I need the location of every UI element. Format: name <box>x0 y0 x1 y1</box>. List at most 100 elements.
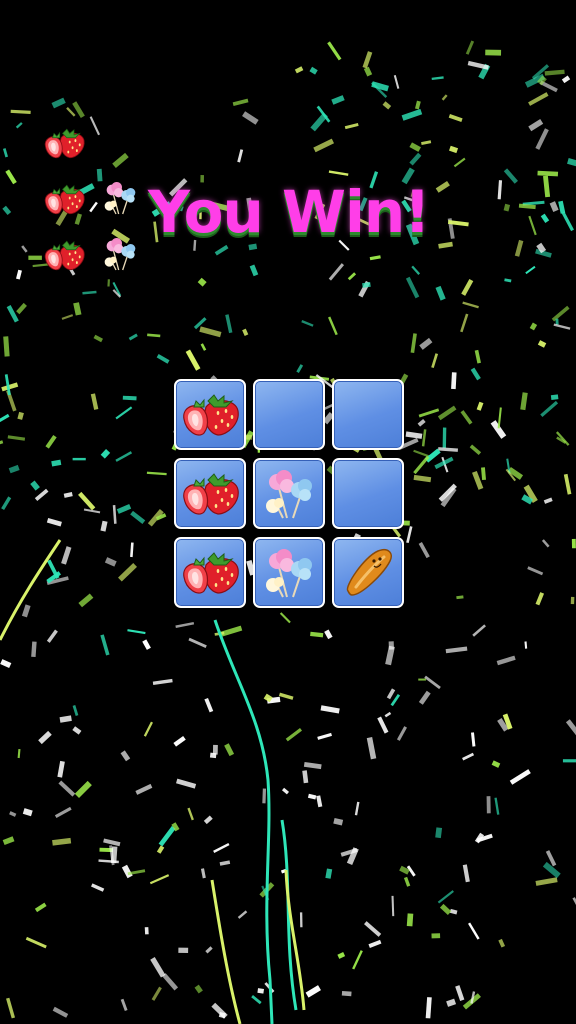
confetti-piece <box>120 998 128 1012</box>
board-tile-empty[interactable] <box>332 458 404 529</box>
confetti-piece <box>328 316 338 336</box>
confetti-piece <box>146 471 167 476</box>
confetti-piece <box>302 770 309 784</box>
confetti-piece <box>418 408 440 418</box>
board-tile-cotton-candy[interactable] <box>253 458 325 529</box>
confetti-piece <box>279 612 291 624</box>
confetti-piece <box>363 66 373 77</box>
confetti-piece <box>200 868 206 879</box>
confetti-piece <box>331 95 345 105</box>
confetti-piece <box>147 333 161 338</box>
confetti-piece <box>435 827 443 839</box>
confetti-piece <box>63 491 73 498</box>
confetti-piece <box>535 128 549 150</box>
confetti-piece <box>550 394 559 400</box>
confetti-piece <box>2 836 15 846</box>
strawberry-icon <box>40 122 88 162</box>
confetti-piece <box>328 170 349 176</box>
confetti-piece <box>472 624 486 637</box>
confetti-piece <box>366 737 377 760</box>
confetti-piece <box>15 122 23 129</box>
confetti-piece <box>25 936 47 949</box>
board-tile-strawberry[interactable] <box>174 458 246 529</box>
confetti-piece <box>52 1006 69 1018</box>
board-tile-cotton-candy[interactable] <box>253 537 325 608</box>
confetti-piece <box>418 542 430 559</box>
confetti-piece <box>93 334 103 343</box>
confetti-piece <box>121 864 133 879</box>
confetti-piece <box>301 320 314 327</box>
strawberry-icon <box>40 178 88 218</box>
board-tile-strawberry[interactable] <box>174 379 246 450</box>
confetti-piece <box>514 239 524 257</box>
confetti-piece <box>540 213 550 224</box>
cotton-candy-icon <box>257 543 321 603</box>
confetti-piece <box>242 111 259 125</box>
confetti-piece <box>17 411 24 420</box>
confetti-piece <box>225 314 233 334</box>
confetti-piece <box>2 148 9 158</box>
confetti-piece <box>572 897 576 908</box>
confetti-piece <box>405 431 423 439</box>
confetti-piece <box>462 864 470 883</box>
confetti-piece <box>431 353 439 369</box>
cotton-candy-icon <box>96 234 144 274</box>
confetti-piece <box>3 336 10 357</box>
confetti-piece <box>257 988 265 994</box>
confetti-piece <box>0 413 10 425</box>
confetti-piece <box>142 639 151 650</box>
board-tile-empty[interactable] <box>253 379 325 450</box>
collected-row <box>40 178 136 234</box>
board-tile-strawberry[interactable] <box>174 537 246 608</box>
confetti-piece <box>461 279 474 296</box>
confetti-piece <box>251 995 262 1005</box>
confetti-piece <box>410 333 417 354</box>
confetti-piece <box>544 69 565 76</box>
board-tile-empty[interactable] <box>332 379 404 450</box>
confetti-piece <box>317 732 332 740</box>
confetti-piece <box>90 393 99 410</box>
confetti-piece <box>571 538 576 549</box>
confetti-piece <box>396 726 407 741</box>
confetti-piece <box>435 285 446 301</box>
confetti-piece <box>38 730 52 745</box>
confetti-piece <box>127 629 146 635</box>
confetti-piece <box>0 440 4 446</box>
confetti-piece <box>460 313 469 333</box>
confetti-piece <box>421 140 432 145</box>
confetti-piece <box>22 808 33 817</box>
confetti-piece <box>535 592 545 606</box>
confetti-piece <box>188 637 207 649</box>
confetti-piece <box>299 912 303 928</box>
confetti-piece <box>368 939 382 948</box>
confetti-piece <box>325 868 333 879</box>
confetti-piece <box>527 566 544 576</box>
confetti-piece <box>509 769 531 785</box>
confetti-piece <box>194 984 203 994</box>
board-tile-bread[interactable] <box>332 537 404 608</box>
confetti-piece <box>435 180 450 193</box>
collected-row <box>40 234 136 290</box>
confetti-piece <box>278 692 294 700</box>
confetti-piece <box>453 157 466 168</box>
confetti-piece <box>401 108 423 121</box>
confetti-piece <box>369 255 381 261</box>
confetti-piece <box>409 152 422 166</box>
confetti-piece <box>149 874 170 885</box>
confetti-piece <box>61 314 74 320</box>
confetti-piece <box>51 97 66 109</box>
confetti-piece <box>364 921 382 937</box>
confetti-piece <box>128 333 138 341</box>
confetti-piece <box>203 815 213 825</box>
confetti-piece <box>185 349 201 371</box>
bread-icon <box>336 543 400 603</box>
confetti-piece <box>6 997 16 1019</box>
confetti-piece <box>451 372 457 390</box>
confetti-piece <box>1 496 12 511</box>
confetti-piece <box>497 180 503 200</box>
confetti-piece <box>115 406 133 420</box>
confetti-piece <box>448 114 463 122</box>
confetti-piece <box>219 860 231 866</box>
confetti-piece <box>542 861 561 879</box>
confetti-piece <box>173 735 186 747</box>
